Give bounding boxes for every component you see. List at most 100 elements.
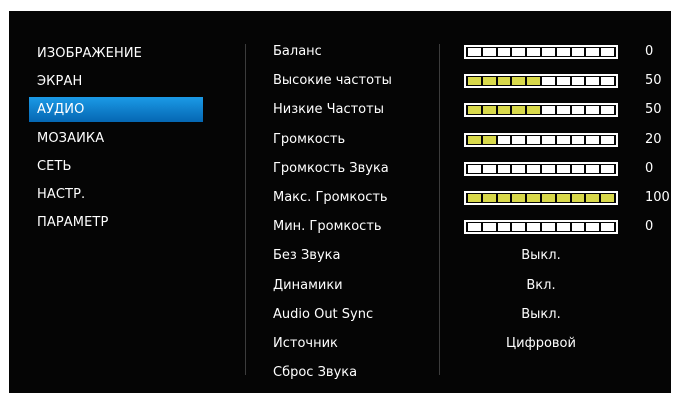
slider-segment xyxy=(541,194,555,202)
slider-segment xyxy=(586,194,600,202)
option-value-audio-out-sync[interactable]: Выкл. xyxy=(464,301,618,329)
slider-segment xyxy=(586,77,600,86)
slider-segment xyxy=(497,106,511,115)
menu-item-parametr[interactable]: ПАРАМЕТР xyxy=(29,210,203,235)
slider-segment xyxy=(482,77,496,86)
option-value-istochnik[interactable]: Цифровой xyxy=(464,330,618,358)
slider-segment xyxy=(482,194,496,202)
slider-value-gromkost: 20 xyxy=(645,131,662,147)
slider-segment xyxy=(586,106,600,115)
slider-segment xyxy=(541,48,555,56)
slider-segment xyxy=(527,194,540,202)
slider-value-vysokie-chastoty: 50 xyxy=(645,73,662,89)
menu-item-nastr[interactable]: НАСТР. xyxy=(29,182,203,207)
setting-label-maks-gromkost: Макс. Громкость xyxy=(273,190,388,205)
column-divider-right xyxy=(439,44,440,375)
slider-value-gromkost-zvuka: 0 xyxy=(645,160,654,176)
setting-label-bez-zvuka: Без Звука xyxy=(273,248,341,264)
slider-gromkost-zvuka[interactable] xyxy=(464,161,618,176)
slider-segment xyxy=(601,106,614,115)
slider-segment xyxy=(586,164,600,173)
slider-segment xyxy=(601,135,614,144)
slider-segment xyxy=(527,164,540,173)
slider-segment xyxy=(601,48,614,56)
slider-segment xyxy=(556,48,570,56)
setting-label-min-gromkost: Мин. Громкость xyxy=(273,219,382,235)
menu-item-set[interactable]: СЕТЬ xyxy=(29,154,203,179)
slider-segment xyxy=(482,223,496,232)
menu-item-izobrazhenie[interactable]: ИЗОБРАЖЕНИЕ xyxy=(29,41,203,66)
slider-segment xyxy=(468,106,481,115)
slider-segment xyxy=(541,77,555,86)
slider-segment xyxy=(556,194,570,202)
option-value-bez-zvuka[interactable]: Выкл. xyxy=(464,242,618,270)
column-divider-left xyxy=(245,44,246,375)
slider-segment xyxy=(527,77,540,86)
setting-label-audio-out-sync: Audio Out Sync xyxy=(273,306,374,322)
slider-segment xyxy=(512,164,526,173)
slider-segment xyxy=(571,135,585,144)
slider-value-min-gromkost: 0 xyxy=(645,219,654,235)
slider-segment xyxy=(512,135,526,144)
slider-segment xyxy=(527,48,540,56)
slider-segment xyxy=(601,164,614,173)
slider-segment xyxy=(556,77,570,86)
slider-segment xyxy=(571,164,585,173)
osd-menu-panel: ИЗОБРАЖЕНИЕ ЭКРАН АУДИО МОЗАИКА СЕТЬ НАСТР. ПА… xyxy=(9,11,671,393)
menu-item-ekran[interactable]: ЭКРАН xyxy=(29,69,203,94)
slider-maks-gromkost[interactable] xyxy=(464,191,618,205)
slider-segment xyxy=(527,223,540,232)
slider-segment xyxy=(512,77,526,86)
slider-segment xyxy=(571,106,585,115)
slider-segment xyxy=(468,135,481,144)
slider-segment xyxy=(571,223,585,232)
slider-segment xyxy=(586,135,600,144)
slider-value-balans: 0 xyxy=(645,44,654,59)
slider-segment xyxy=(586,48,600,56)
setting-label-istochnik: Источник xyxy=(273,336,338,351)
slider-segment xyxy=(497,48,511,56)
slider-segment xyxy=(497,223,511,232)
slider-segment xyxy=(468,194,481,202)
slider-segment xyxy=(571,48,585,56)
slider-segment xyxy=(512,48,526,56)
slider-segment xyxy=(482,135,496,144)
slider-segment xyxy=(556,223,570,232)
slider-segment xyxy=(468,48,481,56)
slider-segment xyxy=(468,164,481,173)
slider-segment xyxy=(482,164,496,173)
setting-label-sbros-zvuka[interactable]: Сброс Звука xyxy=(273,359,357,387)
slider-segment xyxy=(482,48,496,56)
setting-label-vysokie-chastoty: Высокие частоты xyxy=(273,73,392,89)
slider-nizkie-chastoty[interactable] xyxy=(464,103,618,118)
slider-segment xyxy=(571,194,585,202)
setting-label-nizkie-chastoty: Низкие Частоты xyxy=(273,102,384,118)
slider-segment xyxy=(497,77,511,86)
option-value-dinamiki[interactable]: Вкл. xyxy=(464,272,618,300)
slider-segment xyxy=(512,106,526,115)
menu-item-mozaika[interactable]: МОЗАИКА xyxy=(29,126,203,151)
slider-segment xyxy=(586,223,600,232)
slider-segment xyxy=(601,223,614,232)
setting-label-gromkost-zvuka: Громкость Звука xyxy=(273,160,389,176)
slider-segment xyxy=(482,106,496,115)
setting-label-dinamiki: Динамики xyxy=(273,277,343,293)
slider-segment xyxy=(527,106,540,115)
slider-segment xyxy=(541,135,555,144)
setting-label-gromkost: Громкость xyxy=(273,131,346,147)
menu-item-audio[interactable]: АУДИО xyxy=(29,97,203,123)
slider-segment xyxy=(497,164,511,173)
slider-value-maks-gromkost: 100 xyxy=(645,190,670,205)
slider-gromkost[interactable] xyxy=(464,132,618,147)
slider-segment xyxy=(468,77,481,86)
slider-min-gromkost[interactable] xyxy=(464,220,618,235)
slider-value-nizkie-chastoty: 50 xyxy=(645,102,662,118)
slider-segment xyxy=(497,135,511,144)
slider-vysokie-chastoty[interactable] xyxy=(464,74,618,89)
slider-segment xyxy=(468,223,481,232)
slider-segment xyxy=(541,223,555,232)
slider-segment xyxy=(541,106,555,115)
slider-balans[interactable] xyxy=(464,45,618,59)
slider-segment xyxy=(601,194,614,202)
slider-segment xyxy=(541,164,555,173)
